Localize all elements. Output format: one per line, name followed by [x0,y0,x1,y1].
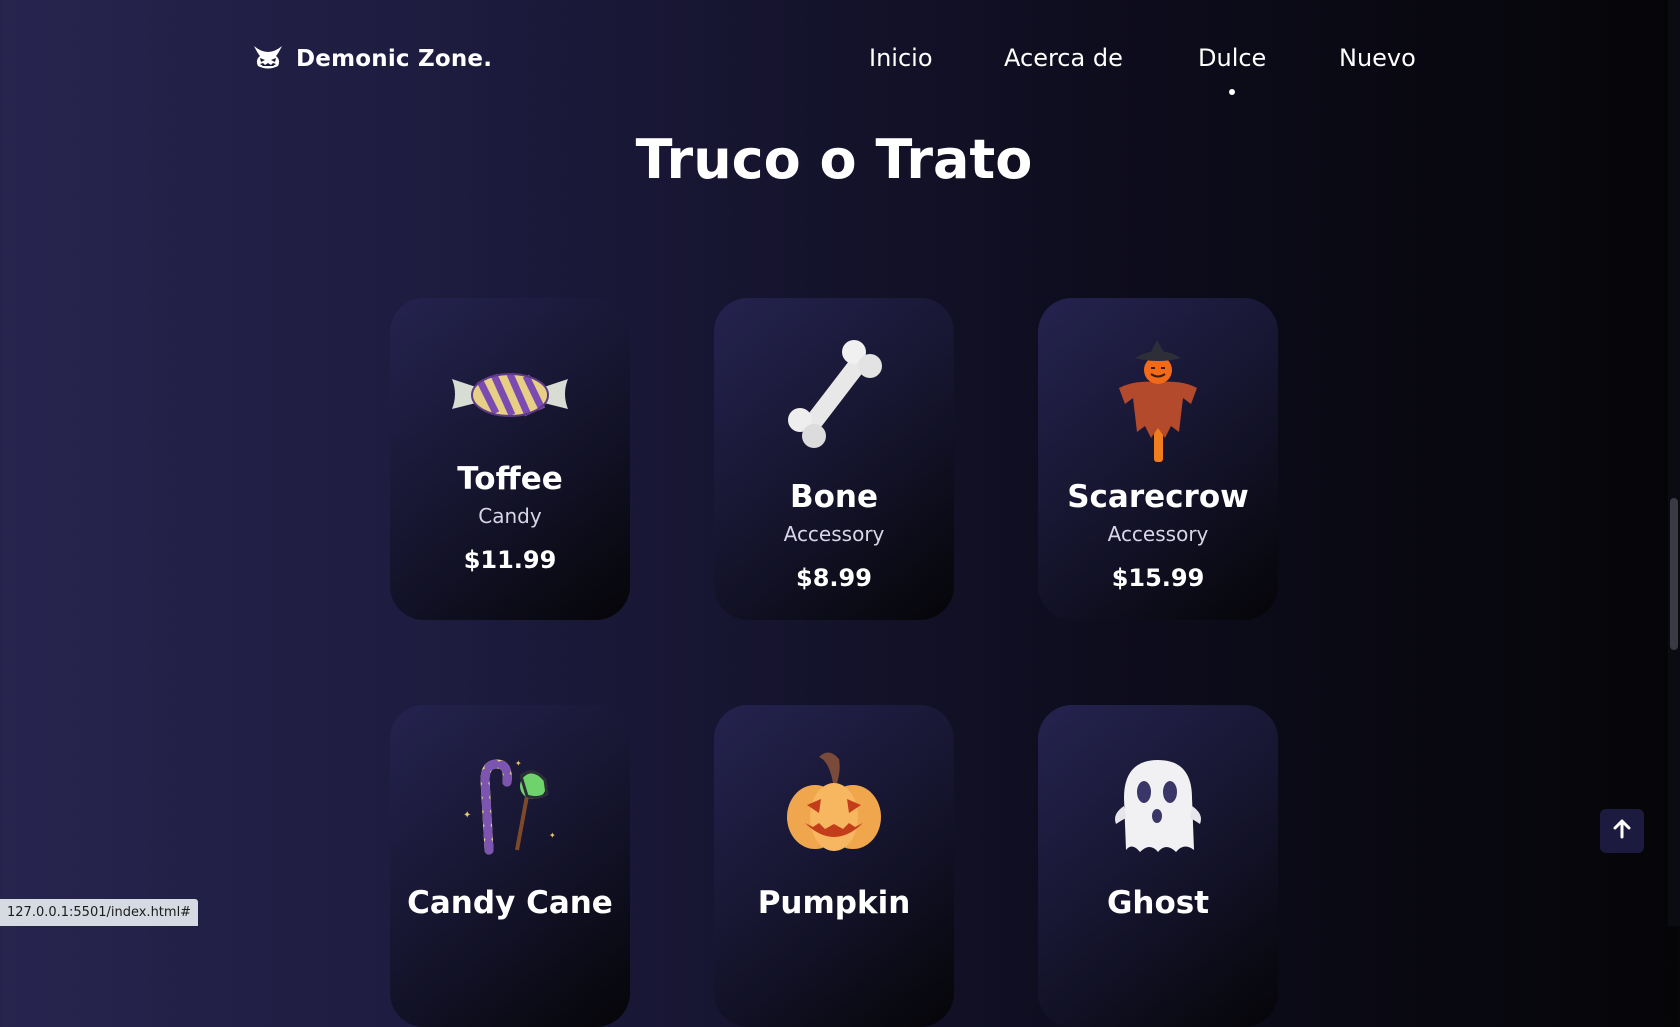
product-card-candy-cane[interactable]: ✦ ✦ ✦ Candy Cane [390,705,630,1027]
brand-logo[interactable]: Demonic Zone. [252,44,492,74]
product-name: Toffee [457,461,563,497]
product-name: Bone [789,479,879,515]
active-nav-indicator [1229,89,1235,95]
status-bar-url: 127.0.0.1:5501/index.html# [0,899,199,926]
svg-text:✦: ✦ [515,759,522,768]
product-category: Candy [478,504,542,528]
product-card-bone[interactable]: Bone Accessory $8.99 [714,298,954,620]
product-name: Ghost [1106,885,1210,921]
scroll-top-button[interactable] [1600,809,1644,853]
arrow-up-icon [1613,819,1631,843]
ghost-icon [1038,741,1278,871]
bone-icon [714,328,954,458]
product-price: $15.99 [1111,564,1205,592]
toffee-icon [390,328,630,458]
product-card-ghost[interactable]: Ghost [1038,705,1278,1027]
product-price: $8.99 [796,564,872,592]
pumpkin-icon [714,737,954,867]
product-category: Accessory [1107,522,1209,546]
product-category: Accessory [783,522,885,546]
product-card-pumpkin[interactable]: Pumpkin [714,705,954,1027]
product-card-toffee[interactable]: Toffee Candy $11.99 [390,298,630,620]
brand-name: Demonic Zone. [296,46,493,72]
scrollbar-thumb[interactable] [1670,498,1678,650]
product-name: Scarecrow [1067,479,1249,515]
product-name: Pumpkin [757,885,911,921]
nav-item-inicio[interactable]: Inicio [869,44,933,72]
nav-item-acerca-de[interactable]: Acerca de [1004,44,1123,72]
product-name: Candy Cane [407,885,613,921]
nav-item-nuevo[interactable]: Nuevo [1339,44,1416,72]
page-scrollbar[interactable] [1668,0,1680,926]
section-title: Truco o Trato [635,128,1033,191]
nav-item-dulce[interactable]: Dulce [1198,44,1266,72]
product-card-scarecrow[interactable]: Scarecrow Accessory $15.99 [1038,298,1278,620]
candy-cane-icon: ✦ ✦ ✦ [390,743,630,873]
svg-text:✦: ✦ [549,831,556,840]
demon-face-icon [252,44,284,74]
scarecrow-icon [1038,336,1278,466]
svg-text:✦: ✦ [463,810,471,821]
product-price: $11.99 [463,546,557,574]
